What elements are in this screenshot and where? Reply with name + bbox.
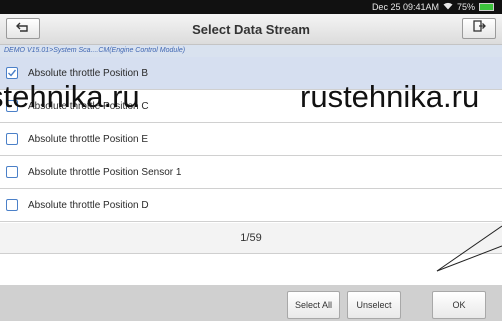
ok-button[interactable]: OK — [432, 291, 486, 319]
wifi-icon — [443, 2, 453, 12]
checkbox[interactable] — [6, 166, 18, 178]
page-indicator: 1/59 — [0, 223, 502, 254]
footer-bar: Select All Unselect OK — [0, 285, 502, 321]
checkmark-icon — [8, 69, 17, 77]
exit-button[interactable] — [462, 18, 496, 39]
status-bar: Dec 25 09:41AM 75% — [0, 0, 502, 14]
checkbox[interactable] — [6, 100, 18, 112]
list-item-label: Absolute throttle Position D — [28, 199, 149, 211]
list-item[interactable]: Absolute throttle Position E — [0, 123, 502, 156]
breadcrumb: DEMO V15.01>System Sca....CM(Engine Cont… — [0, 45, 502, 57]
unselect-button[interactable]: Unselect — [347, 291, 401, 319]
battery-text: 75% — [456, 2, 475, 12]
list-item[interactable]: Absolute throttle Position B — [0, 57, 502, 90]
title-bar: Select Data Stream — [0, 14, 502, 45]
list-item[interactable]: Absolute throttle Position D — [0, 189, 502, 222]
list-item-label: Absolute throttle Position Sensor 1 — [28, 166, 182, 178]
exit-icon — [472, 19, 486, 38]
list-item[interactable]: Absolute throttle Position C — [0, 90, 502, 123]
list-item-label: Absolute throttle Position B — [28, 67, 149, 79]
list-item[interactable]: Absolute throttle Position Sensor 1 — [0, 156, 502, 189]
checkbox[interactable] — [6, 67, 18, 79]
checkbox[interactable] — [6, 133, 18, 145]
battery-icon — [479, 3, 494, 11]
checkbox[interactable] — [6, 199, 18, 211]
status-time: Dec 25 09:41AM — [371, 2, 439, 12]
select-all-button[interactable]: Select All — [287, 291, 340, 319]
list-item-label: Absolute throttle Position C — [28, 100, 149, 112]
data-stream-list: Absolute throttle Position B Absolute th… — [0, 57, 502, 222]
page-title: Select Data Stream — [192, 22, 310, 37]
list-item-label: Absolute throttle Position E — [28, 133, 149, 145]
